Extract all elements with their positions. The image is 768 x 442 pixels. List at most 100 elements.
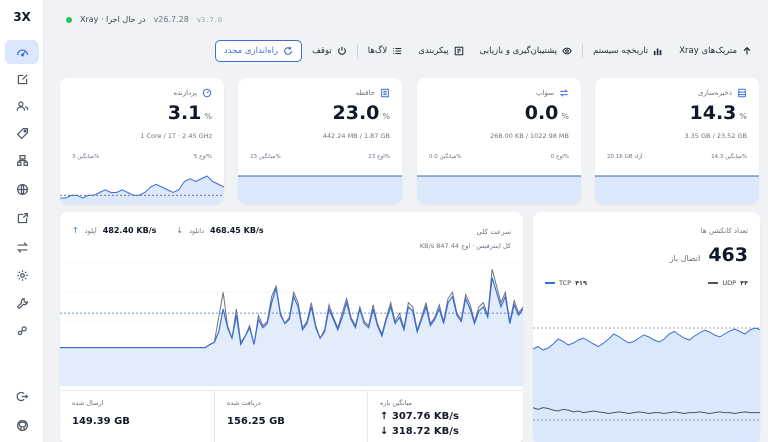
xray-status: Xray · در حال اجرا (80, 15, 146, 24)
sparkline-area (417, 176, 581, 204)
traffic-chart (60, 261, 523, 386)
stop-label: توقف (312, 46, 332, 56)
dashboard-icon[interactable] (5, 40, 39, 64)
tcp-label: TCP (559, 279, 572, 287)
sent-value: 149.39 GB (72, 416, 130, 427)
received-value: 156.25 GB (227, 416, 285, 427)
storage-sub: 3.35 GB / 23.52 GB (684, 132, 747, 140)
cpu-peak-label: 5 اوج% (193, 154, 212, 160)
udp-value: ۴۴ (740, 279, 748, 287)
swap-card: سواپ 0.0% 268.00 KB / 1022.98 MB 0.0 میا… (417, 78, 581, 204)
storage-free-label: 20.16 GB آزاد (607, 154, 643, 160)
memory-value-number: 23.0 (332, 102, 380, 124)
storage-title-text: ذخیره‌سازی (698, 89, 732, 97)
memory-minmax: 23 میانگین% 23 اوج% (250, 154, 390, 160)
memory-peak-label: 23 اوج% (368, 154, 390, 160)
swap-title: سواپ (536, 88, 569, 98)
storage-title: ذخیره‌سازی (698, 88, 747, 98)
stop-button[interactable]: توقف (306, 40, 353, 62)
download-value: 468.45 KB/s (210, 226, 264, 235)
sparkline-area (595, 176, 759, 204)
received-stat: دریافت شده 156.25 GB (215, 391, 368, 442)
upload-arrow-icon: ↑ (72, 226, 79, 235)
average-up-value: ↑ 307.76 KB/s (380, 411, 459, 422)
logs-label: لاگ‌ها (367, 46, 388, 56)
toolbar-divider (582, 44, 584, 58)
logs-button[interactable]: لاگ‌ها (362, 40, 409, 62)
connections-title: تعداد کانکشن ها (700, 227, 748, 235)
swap-minmax: 0.0 میانگین% 0 اوج% (429, 154, 569, 160)
cpu-minmax: 3 میانگین% 5 اوج% (72, 154, 212, 160)
storage-value-unit: % (739, 112, 747, 121)
running-status-dot (66, 16, 72, 23)
server-icon[interactable] (5, 148, 39, 172)
settings-icon[interactable] (5, 263, 39, 287)
refresh-icon (284, 46, 293, 55)
speed-readout: ↑ آپلود 482.40 KB/s ↓ دانلود 468.45 KB/s (72, 226, 264, 235)
swap-icon (559, 89, 569, 97)
edit-icon[interactable] (5, 67, 39, 91)
traffic-card: ↑ آپلود 482.40 KB/s ↓ دانلود 468.45 KB/s… (60, 212, 523, 442)
memory-value-unit: % (382, 112, 390, 121)
backup-restore-button[interactable]: پشتیبان‌گیری و بازیابی (474, 40, 578, 62)
toolbar: Xray متریک‌های تاریخچه سیستم پشتیبان‌گیر… (214, 40, 758, 62)
average-label: میانگین بازه (380, 399, 413, 407)
swap-value: 0.0% (525, 102, 569, 124)
system-history-button[interactable]: تاریخچه سیستم (587, 40, 669, 62)
traffic-title-text: سرعت کلی (476, 228, 512, 236)
download-label: دانلود (189, 226, 204, 235)
brand-logo: 3X (13, 10, 31, 24)
xray-metrics-button[interactable]: Xray متریک‌های (673, 40, 758, 62)
interface-total-label: کل اینترفیس · اوج 847.44 KB/s (419, 242, 511, 250)
config-button[interactable]: پیکربندی (412, 40, 469, 62)
cpu-value-number: 3.1 (167, 102, 202, 124)
average-down-value: ↓ 318.72 KB/s (380, 426, 459, 437)
connections-card: تعداد کانکشن ها 463 اتصال باز TCP ۴۱۹ UDP… (533, 212, 760, 442)
upload-label: آپلود (84, 226, 97, 235)
eye-icon (562, 47, 572, 55)
tcp-area (533, 328, 760, 442)
connections-value: 463 اتصال باز (670, 244, 748, 266)
download-arrow-icon: ↓ (176, 226, 184, 235)
memory-sub: 442.24 MB / 1.87 GB (322, 132, 390, 140)
traffic-title: سرعت کلی (477, 228, 512, 236)
memory-title-text: حافظه (355, 89, 375, 97)
gear-link-icon[interactable] (5, 318, 39, 342)
swap-title-text: سواپ (535, 89, 554, 97)
cpu-avg-label: 3 میانگین% (72, 154, 100, 160)
received-label: دریافت شده (227, 399, 261, 407)
logout-icon[interactable] (5, 384, 39, 408)
cpu-value: 3.1% (168, 102, 212, 124)
tcp-value: ۴۱۹ (575, 279, 587, 287)
cpu-sub: 1 Core / 1T · 2.45 GHz (140, 132, 212, 140)
average-stat: میانگین بازه ↑ 307.76 KB/s ↓ 318.72 KB/s (368, 391, 523, 442)
core-version: v3.7.0 (196, 15, 223, 24)
legend-tcp: TCP ۴۱۹ (545, 279, 587, 287)
list-icon (393, 48, 402, 54)
users-icon[interactable] (5, 94, 39, 118)
memory-value: 23.0% (333, 102, 391, 124)
storage-minmax: 20.16 GB آزاد 14.3 میانگین% (607, 154, 747, 160)
sent-label: ارسال شده (72, 399, 104, 407)
cpu-title-text: پردازنده (173, 89, 197, 97)
sidebar: 3X (0, 0, 44, 442)
wrench-icon[interactable] (5, 291, 39, 315)
cpu-card: پردازنده 3.1% 1 Core / 1T · 2.45 GHz 3 م… (60, 78, 224, 204)
restart-button[interactable]: راه‌اندازی مجدد (214, 40, 303, 62)
restart-label: راه‌اندازی مجدد (223, 46, 279, 56)
storage-value: 14.3% (690, 102, 748, 124)
arrows-icon[interactable] (5, 235, 39, 259)
cpu-value-unit: % (204, 112, 212, 121)
panel-version: v26.7.28 (153, 15, 189, 24)
memory-icon (381, 88, 389, 98)
github-icon[interactable] (5, 413, 39, 437)
config-icon (454, 46, 463, 56)
storage-card: ذخیره‌سازی 14.3% 3.35 GB / 23.52 GB 20.1… (595, 78, 759, 204)
sparkline-area (238, 176, 402, 204)
tag-icon[interactable] (5, 121, 39, 145)
traffic-area (60, 277, 523, 386)
connections-legend: TCP ۴۱۹ UDP ۴۴ (545, 279, 748, 287)
globe-icon[interactable] (5, 177, 39, 201)
legend-udp: UDP ۴۴ (708, 279, 748, 287)
external-icon[interactable] (5, 206, 39, 230)
